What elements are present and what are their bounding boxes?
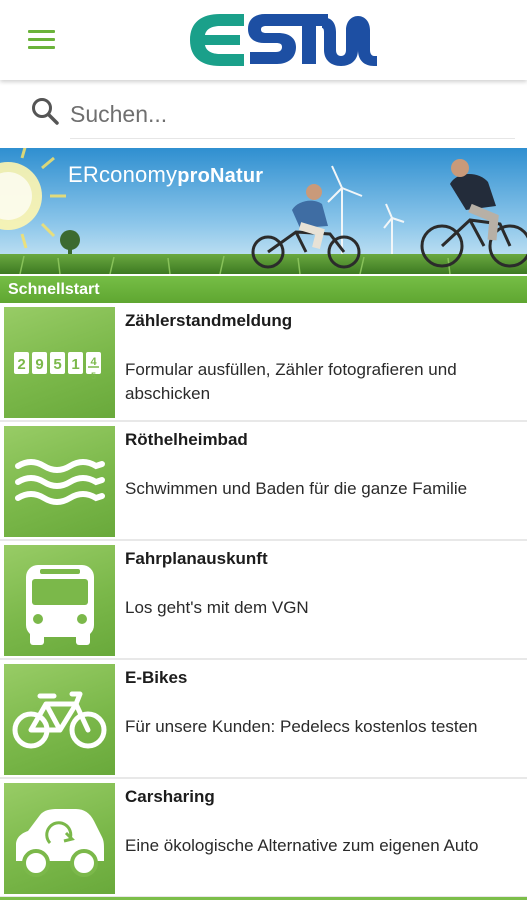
item-description: Los geht's mit dem VGN [125,598,309,617]
item-description: Für unsere Kunden: Pedelecs kostenlos te… [125,717,478,736]
item-title: E-Bikes [125,668,188,687]
item-title: Fahrplanauskunft [125,549,268,568]
list-item-carsharing[interactable]: Carsharing Eine ökologische Alternative … [0,779,527,898]
list-item-e-bikes[interactable]: E-Bikes Für unsere Kunden: Pedelecs kost… [0,660,527,779]
counter-digit-2: 9 [35,356,43,373]
svg-text:5: 5 [91,371,96,381]
list-item-zaehlerstandmeldung[interactable]: 2 9 5 1 4 5 Zählerstandmeldung Formular … [0,303,527,422]
item-description: Formular ausfüllen, Zähler fotografieren… [125,360,457,403]
banner-caption: ERconomyproNatur [68,162,263,188]
bicycle-icon [4,664,115,775]
section-header-schnellstart: Schnellstart [0,276,527,303]
counter-digit-3: 5 [53,356,61,373]
meter-counter-icon: 2 9 5 1 4 5 [4,307,115,418]
item-description: Schwimmen und Baden für die ganze Famili… [125,479,468,498]
list-item-fahrplanauskunft[interactable]: Fahrplanauskunft Los geht's mit dem VGN [0,541,527,660]
item-description: Eine ökologische Alternative zum eigenen… [125,836,479,855]
app-bar [0,0,527,80]
search-underline [70,138,515,139]
item-title: Carsharing [125,787,215,806]
list-item-roethelheimbad[interactable]: Röthelheimbad Schwimmen und Baden für di… [0,422,527,541]
search-input[interactable] [70,94,510,134]
banner-caption-erconomy: ERconomy [68,162,178,187]
counter-digit-4: 1 [71,356,79,373]
quickstart-list: 2 9 5 1 4 5 Zählerstandmeldung Formular … [0,303,527,898]
banner-caption-pronatur: proNatur [177,165,264,187]
bus-icon [4,545,115,656]
estw-logo [190,14,377,66]
item-title: Röthelheimbad [125,430,248,449]
search-icon[interactable] [30,96,60,126]
counter-digit-5: 4 [90,356,97,368]
electric-car-icon [4,783,115,894]
hamburger-menu-icon[interactable] [22,24,62,56]
item-title: Zählerstandmeldung [125,311,293,330]
water-waves-icon [4,426,115,537]
counter-digit-1: 2 [17,356,25,373]
